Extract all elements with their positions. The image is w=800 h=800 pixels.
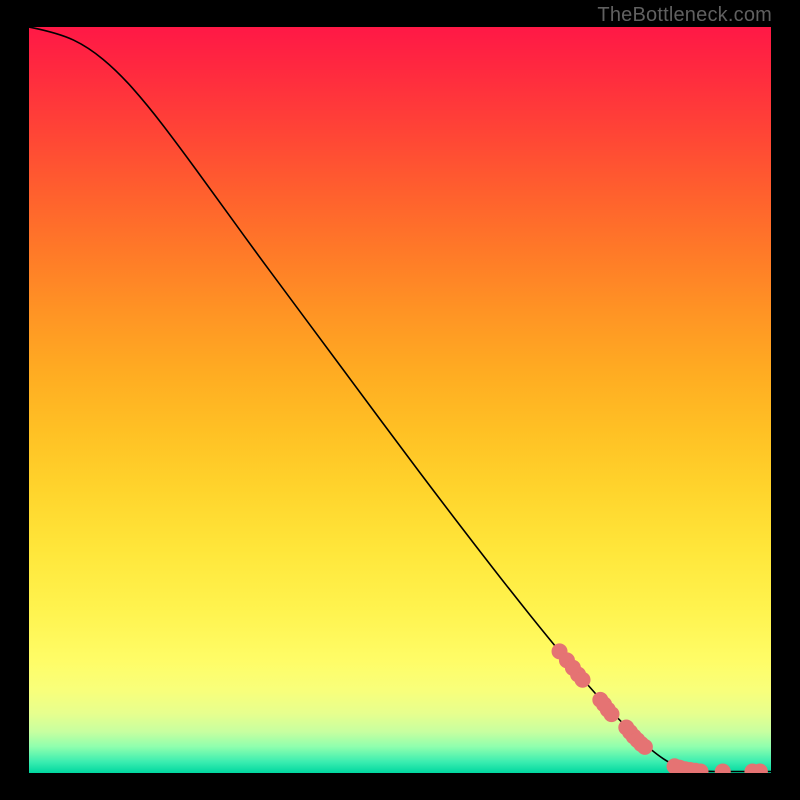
watermark-text: TheBottleneck.com: [597, 4, 772, 27]
marker-group: [552, 643, 768, 773]
plot-area: [29, 27, 771, 773]
marker-dot: [603, 706, 619, 722]
plot-svg: [29, 27, 771, 773]
chart-frame: { "watermark": "TheBottleneck.com", "cha…: [0, 0, 800, 800]
curve-line: [29, 27, 771, 772]
marker-dot: [637, 739, 653, 755]
marker-dot: [575, 672, 591, 688]
marker-dot: [715, 764, 731, 773]
